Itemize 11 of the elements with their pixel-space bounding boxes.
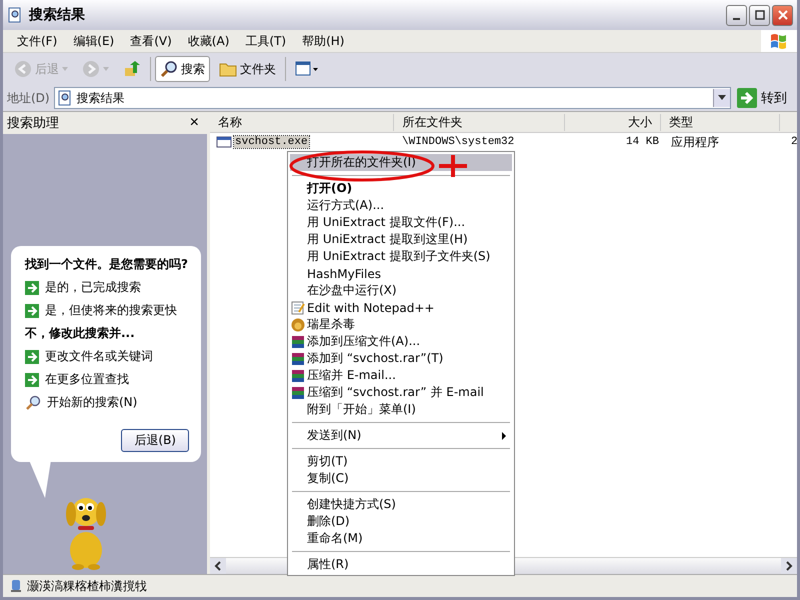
- table-cell-text: 应用程序: [670, 134, 720, 150]
- address-label: 地址(D): [7, 90, 50, 106]
- table-cell-text: \WINDOWS\system32: [401, 136, 516, 148]
- balloon-heading: 找到一个文件。是您需要的吗?: [25, 256, 189, 273]
- balloon-subheading: 不，修改此搜索并...: [25, 325, 136, 342]
- table-cell-text: 2: [790, 136, 797, 148]
- window-title: 搜索结果: [29, 6, 85, 24]
- pane-title: 搜索助理: [7, 115, 59, 132]
- table-cell-text: 14 KB: [624, 136, 660, 148]
- status-text: 灏渶滈粿楁楂柿瀵撹牫: [27, 578, 147, 594]
- address-value: 搜索结果: [76, 90, 125, 106]
